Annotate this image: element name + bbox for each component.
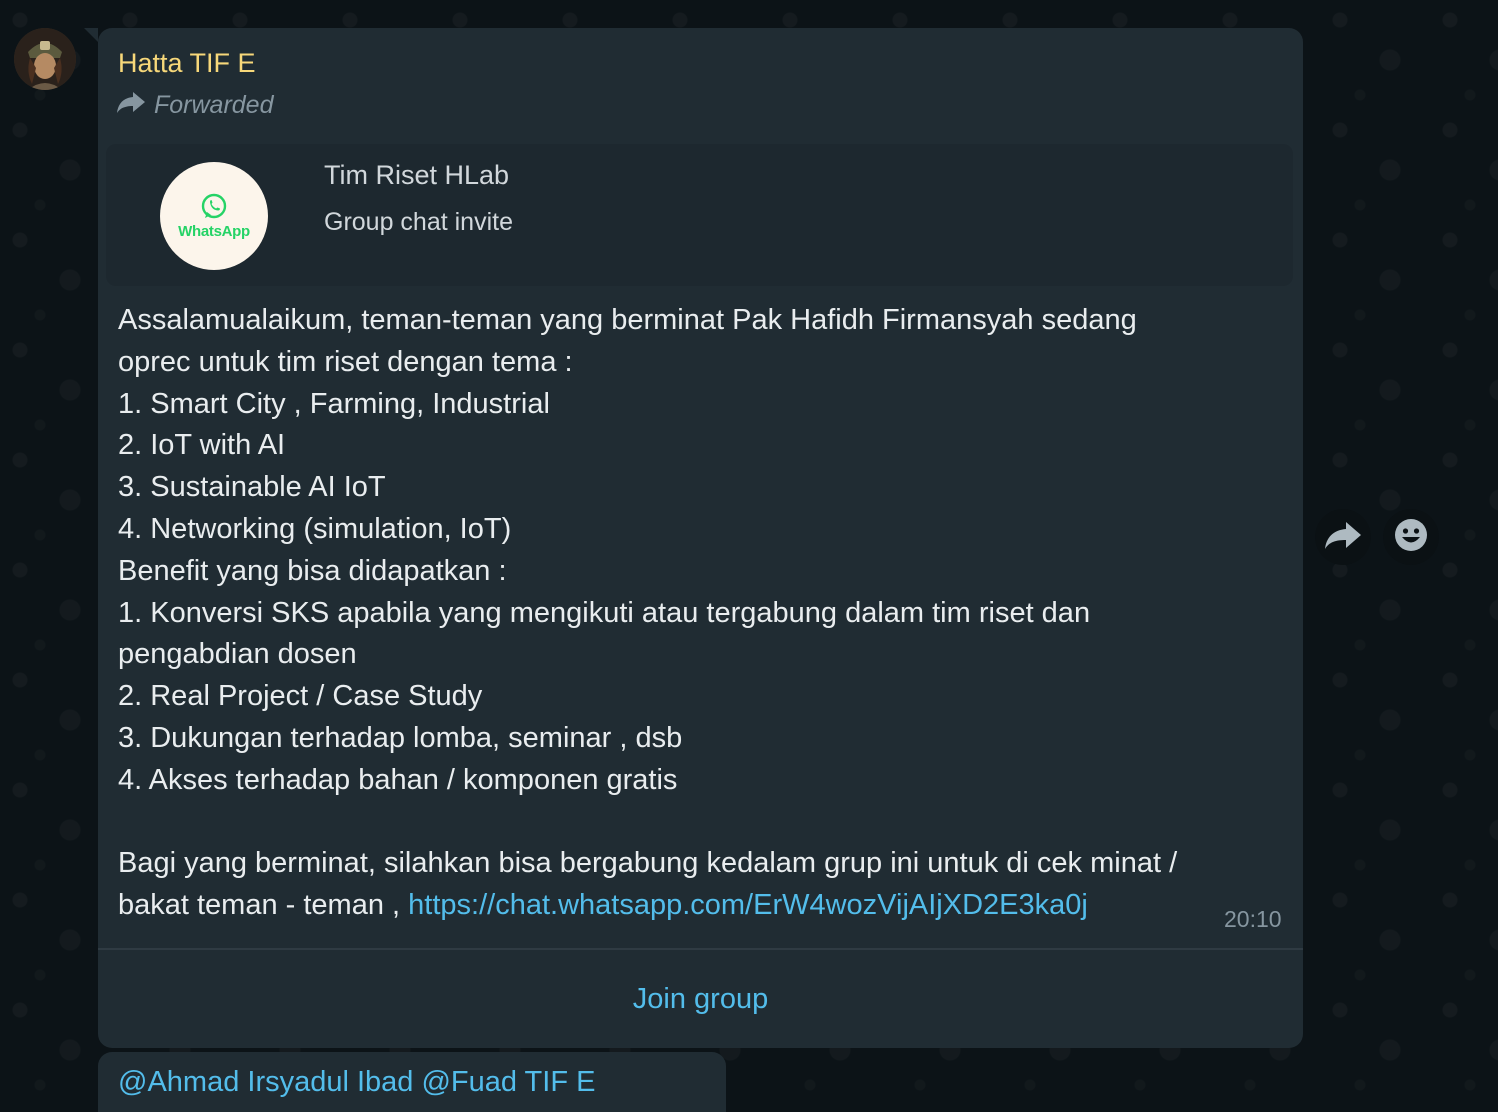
whatsapp-logo-text: WhatsApp bbox=[178, 222, 250, 240]
message-line: Assalamualaikum, teman-teman yang bermin… bbox=[118, 304, 1137, 336]
message-line: Benefit yang bisa didapatkan : bbox=[118, 554, 507, 587]
invite-group-name: Tim Riset HLab bbox=[324, 160, 510, 190]
message-line: 2. Real Project / Case Study bbox=[118, 680, 483, 713]
next-message-bubble: @Ahmad Irsyadul Ibad @Fuad TIF E bbox=[98, 1052, 726, 1112]
message-line: 3. Dukungan terhadap lomba, seminar , ds… bbox=[118, 721, 683, 754]
sender-avatar[interactable] bbox=[14, 28, 76, 90]
whatsapp-logo-icon: WhatsApp bbox=[160, 162, 268, 270]
react-button[interactable] bbox=[1383, 509, 1439, 565]
forward-arrow-icon bbox=[1324, 520, 1362, 555]
invite-subtitle: Group chat invite bbox=[324, 208, 513, 236]
forward-arrow-icon bbox=[116, 90, 146, 121]
sender-name[interactable]: Hatta TIF E bbox=[118, 48, 256, 79]
message-line: Bagi yang berminat, silahkan bisa bergab… bbox=[118, 847, 1178, 880]
forward-message-button[interactable] bbox=[1315, 509, 1371, 565]
message-line: 3. Sustainable AI IoT bbox=[118, 471, 386, 504]
join-group-button[interactable]: Join group bbox=[98, 950, 1303, 1048]
message-line: 1. Smart City , Farming, Industrial bbox=[118, 387, 550, 420]
message-line: 1. Konversi SKS apabila yang mengikuti a… bbox=[118, 596, 1091, 629]
message-bubble: Hatta TIF E Forwarded WhatsApp Tim Riset… bbox=[84, 28, 1303, 1048]
message-timestamp: 20:10 bbox=[1224, 906, 1282, 932]
message-line bbox=[118, 802, 1288, 844]
message-line-with-link: bakat teman - teman , https://chat.whats… bbox=[118, 885, 1288, 927]
next-message-mentions[interactable]: @Ahmad Irsyadul Ibad @Fuad TIF E bbox=[118, 1066, 595, 1099]
message-line: pengabdian dosen bbox=[118, 638, 357, 671]
group-invite-card[interactable]: WhatsApp Tim Riset HLab Group chat invit… bbox=[106, 144, 1293, 286]
message-line: 2. IoT with AI bbox=[118, 429, 286, 462]
invite-link[interactable]: https://chat.whatsapp.com/ErW4wozVijAIjX… bbox=[408, 889, 1088, 921]
emoji-smile-icon bbox=[1394, 518, 1428, 557]
message-line: 4. Akses terhadap bahan / komponen grati… bbox=[118, 763, 678, 796]
message-line-text: bakat teman - teman , bbox=[118, 889, 409, 922]
forwarded-indicator: Forwarded bbox=[116, 90, 274, 121]
message-text: Assalamualaikum, teman-teman yang bermin… bbox=[118, 300, 1288, 927]
message-line: oprec untuk tim riset dengan tema : bbox=[118, 345, 573, 378]
message-line: 4. Networking (simulation, IoT) bbox=[118, 512, 512, 545]
forwarded-label: Forwarded bbox=[154, 91, 274, 119]
